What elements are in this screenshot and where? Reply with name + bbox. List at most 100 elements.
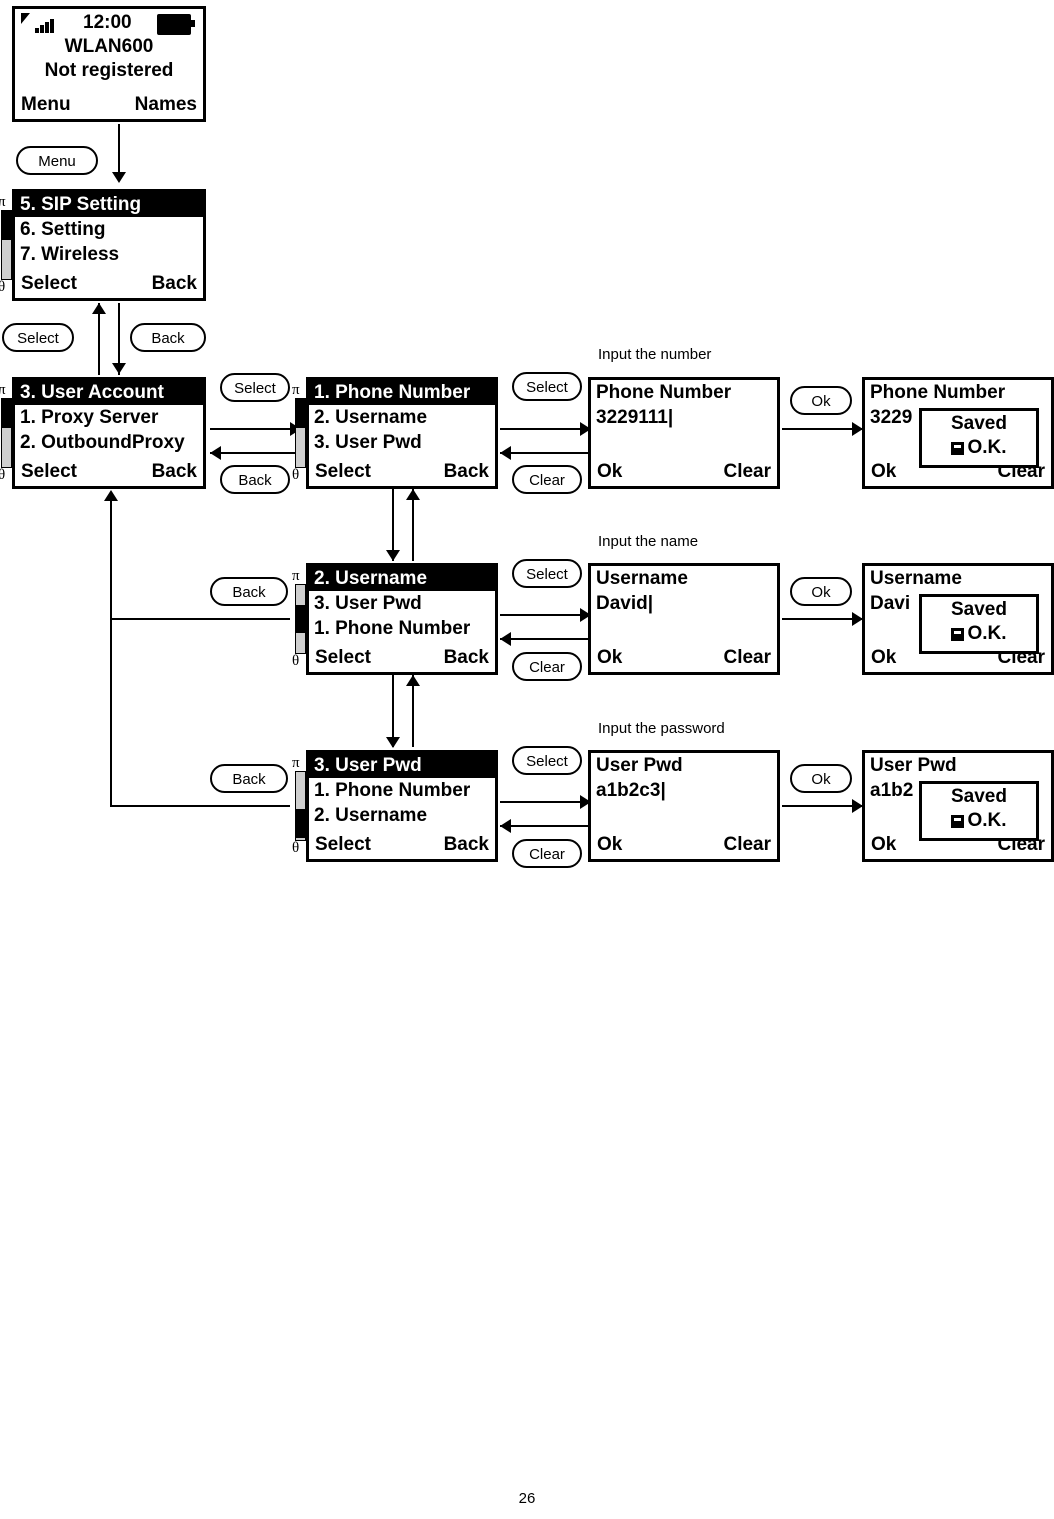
pwdmenu-softkeys: Select Back	[309, 834, 495, 856]
saved-popup-line1: Saved	[951, 786, 1007, 807]
scrollbar-phonemenu[interactable]: π θ	[291, 380, 309, 486]
menu-item-user-pwd[interactable]: 3. User Pwd	[309, 591, 495, 616]
screen-sip-setting: π θ 5. SIP Setting 6. Setting 7. Wireles…	[0, 189, 206, 301]
scrollbar-account[interactable]: π θ	[0, 380, 15, 486]
menu-item-phone-number[interactable]: 1. Phone Number	[309, 778, 495, 803]
scroll-down-icon[interactable]: θ	[292, 840, 299, 857]
softkey-ok[interactable]: Ok	[597, 647, 622, 669]
softkey-select[interactable]: Select	[21, 273, 77, 295]
menu-item-username[interactable]: 2. Username	[309, 803, 495, 828]
edit-value[interactable]: a1b2c3|	[591, 778, 777, 803]
saved-popup: Saved O.K.	[919, 781, 1039, 841]
saved-popup-ok-label: O.K.	[967, 437, 1007, 458]
button-back-username[interactable]: Back	[210, 577, 288, 606]
scrollbar-track[interactable]	[1, 210, 12, 280]
phonemenu-softkeys: Select Back	[309, 461, 495, 483]
softkey-select[interactable]: Select	[315, 461, 371, 483]
button-select-sip[interactable]: Select	[2, 323, 74, 352]
menu-item-username[interactable]: 2. Username	[309, 566, 495, 591]
scroll-up-icon[interactable]: π	[0, 194, 6, 211]
softkey-back[interactable]: Back	[152, 273, 197, 295]
scroll-up-icon[interactable]: π	[292, 568, 300, 585]
scroll-down-icon[interactable]: θ	[292, 653, 299, 670]
arrow-edit-to-usermenu	[500, 632, 511, 646]
softkey-select[interactable]: Select	[315, 647, 371, 669]
button-select-phone[interactable]: Select	[512, 372, 582, 401]
saved-popup: Saved O.K.	[919, 594, 1039, 654]
scrollbar-thumb[interactable]	[296, 604, 305, 634]
button-clear-userpwd[interactable]: Clear	[512, 839, 582, 868]
button-clear-phone[interactable]: Clear	[512, 465, 582, 494]
scroll-down-icon[interactable]: θ	[292, 467, 299, 484]
button-ok-userpwd[interactable]: Ok	[790, 764, 852, 793]
saved-popup-line2: O.K.	[922, 809, 1036, 833]
softkey-back[interactable]: Back	[152, 461, 197, 483]
scrollbar-thumb[interactable]	[2, 211, 11, 240]
button-back-sip[interactable]: Back	[130, 323, 206, 352]
battery-icon	[157, 14, 195, 35]
scrollbar-thumb[interactable]	[2, 399, 11, 428]
scrollbar-track[interactable]	[295, 771, 306, 841]
scroll-up-icon[interactable]: π	[292, 755, 300, 772]
scrollbar-track[interactable]	[295, 584, 306, 654]
softkey-clear[interactable]: Clear	[723, 647, 771, 669]
button-ok-username[interactable]: Ok	[790, 577, 852, 606]
menu-item-proxy-server[interactable]: 1. Proxy Server	[15, 405, 203, 430]
menu-item-wireless[interactable]: 7. Wireless	[15, 242, 203, 267]
button-clear-username[interactable]: Clear	[512, 652, 582, 681]
signal-strength-icon	[35, 17, 55, 33]
scrollbar-usernamemenu[interactable]: π θ	[291, 566, 309, 672]
softkey-names[interactable]: Names	[135, 94, 197, 116]
scrollbar-thumb[interactable]	[296, 399, 305, 428]
button-ok-phone[interactable]: Ok	[790, 386, 852, 415]
softkey-select[interactable]: Select	[315, 834, 371, 856]
edit-value[interactable]: David|	[591, 591, 777, 616]
softkey-back[interactable]: Back	[444, 461, 489, 483]
menu-item-username[interactable]: 2. Username	[309, 405, 495, 430]
note-input-name: Input the name	[598, 533, 699, 550]
softkey-ok[interactable]: Ok	[597, 461, 622, 483]
menu-item-phone-number[interactable]: 1. Phone Number	[309, 616, 495, 641]
menu-item-sip-setting[interactable]: 5. SIP Setting	[15, 192, 203, 217]
button-back-userpwd[interactable]: Back	[210, 764, 288, 793]
scrollbar-thumb[interactable]	[296, 809, 305, 838]
softkey-ok[interactable]: Ok	[597, 834, 622, 856]
scroll-up-icon[interactable]: π	[0, 382, 6, 399]
softkey-ok[interactable]: Ok	[871, 834, 896, 856]
softkey-clear[interactable]: Clear	[723, 461, 771, 483]
usernamemenu-softkeys: Select Back	[309, 647, 495, 669]
button-menu[interactable]: Menu	[16, 146, 98, 175]
menu-item-setting[interactable]: 6. Setting	[15, 217, 203, 242]
screen-username-edit: Username David| Ok Clear	[588, 563, 780, 675]
arrow-edit-to-phonemenu	[500, 446, 511, 460]
scroll-down-icon[interactable]: θ	[0, 279, 5, 296]
button-select-account[interactable]: Select	[220, 373, 290, 402]
scrollbar-track[interactable]	[295, 398, 306, 468]
edit-value[interactable]: 3229111|	[591, 405, 777, 430]
button-select-username[interactable]: Select	[512, 559, 582, 588]
menu-item-user-pwd[interactable]: 3. User Pwd	[309, 430, 495, 455]
saved-check-icon	[951, 814, 965, 828]
softkey-clear[interactable]: Clear	[723, 834, 771, 856]
softkey-back[interactable]: Back	[444, 647, 489, 669]
softkey-ok[interactable]: Ok	[871, 461, 896, 483]
scroll-down-icon[interactable]: θ	[0, 467, 5, 484]
softkey-menu[interactable]: Menu	[21, 94, 71, 116]
scrollbar-track[interactable]	[1, 398, 12, 468]
scrollbar-sip[interactable]: π θ	[0, 192, 15, 298]
menu-item-user-account[interactable]: 3. User Account	[15, 380, 203, 405]
saved-popup-line2: O.K.	[922, 436, 1036, 460]
softkey-select[interactable]: Select	[21, 461, 77, 483]
softkey-ok[interactable]: Ok	[871, 647, 896, 669]
connector-back-rail-bottom	[110, 805, 290, 807]
button-back-account[interactable]: Back	[220, 465, 290, 494]
softkey-back[interactable]: Back	[444, 834, 489, 856]
scroll-up-icon[interactable]: π	[292, 382, 300, 399]
saved-title: Phone Number	[870, 382, 1006, 403]
arrow-phonemenu-to-account	[210, 446, 221, 460]
button-select-userpwd[interactable]: Select	[512, 746, 582, 775]
menu-item-phone-number[interactable]: 1. Phone Number	[309, 380, 495, 405]
menu-item-outbound-proxy[interactable]: 2. OutboundProxy	[15, 430, 203, 455]
scrollbar-pwdmenu[interactable]: π θ	[291, 753, 309, 859]
menu-item-user-pwd[interactable]: 3. User Pwd	[309, 753, 495, 778]
